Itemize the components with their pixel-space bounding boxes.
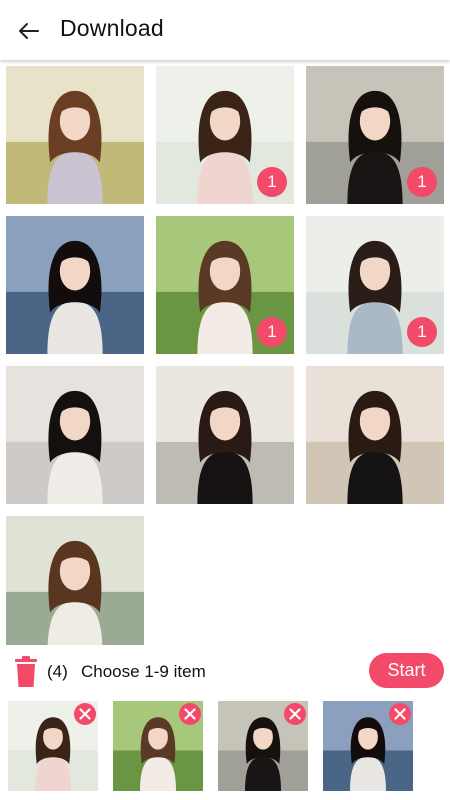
photo-tile[interactable]: 1 [156,216,294,354]
remove-button[interactable] [284,703,306,725]
close-icon [394,708,406,720]
trash-icon [15,656,37,687]
remove-button[interactable] [179,703,201,725]
photo-tile[interactable]: 1 [306,216,444,354]
photo-tile[interactable] [6,366,144,504]
photo-thumbnail [306,366,444,504]
back-button[interactable] [14,16,44,46]
close-icon [79,708,91,720]
photo-thumbnail [6,366,144,504]
close-icon [184,708,196,720]
remove-button[interactable] [74,703,96,725]
selection-count-badge: 1 [257,317,287,347]
photo-tile[interactable] [156,366,294,504]
photo-tile[interactable] [6,516,144,654]
photo-tile[interactable] [6,66,144,204]
photo-thumbnail [6,216,144,354]
selected-tray [0,700,450,800]
selected-thumbnail[interactable] [113,701,203,791]
photo-tile[interactable] [306,366,444,504]
photo-tile[interactable]: 1 [306,66,444,204]
photo-thumbnail [156,366,294,504]
close-icon [289,708,301,720]
selected-thumbnail[interactable] [323,701,413,791]
photo-thumbnail [6,66,144,204]
start-button[interactable]: Start [369,653,444,688]
app-bar: Download [0,0,450,60]
photo-tile[interactable] [6,216,144,354]
arrow-left-icon [19,23,39,39]
selection-count-badge: 1 [257,167,287,197]
selection-bar: (4) Choose 1-9 item Start [0,645,450,700]
selection-hint: Choose 1-9 item [81,662,206,681]
remove-button[interactable] [389,703,411,725]
photo-tile[interactable]: 1 [156,66,294,204]
selected-thumbnail[interactable] [8,701,98,791]
selected-thumbnail[interactable] [218,701,308,791]
photo-thumbnail [6,516,144,654]
selection-count-badge: 1 [407,167,437,197]
selected-count: (4) [47,662,68,681]
clear-selection-button[interactable] [14,656,38,688]
page-title: Download [60,15,164,41]
selection-count-badge: 1 [407,317,437,347]
